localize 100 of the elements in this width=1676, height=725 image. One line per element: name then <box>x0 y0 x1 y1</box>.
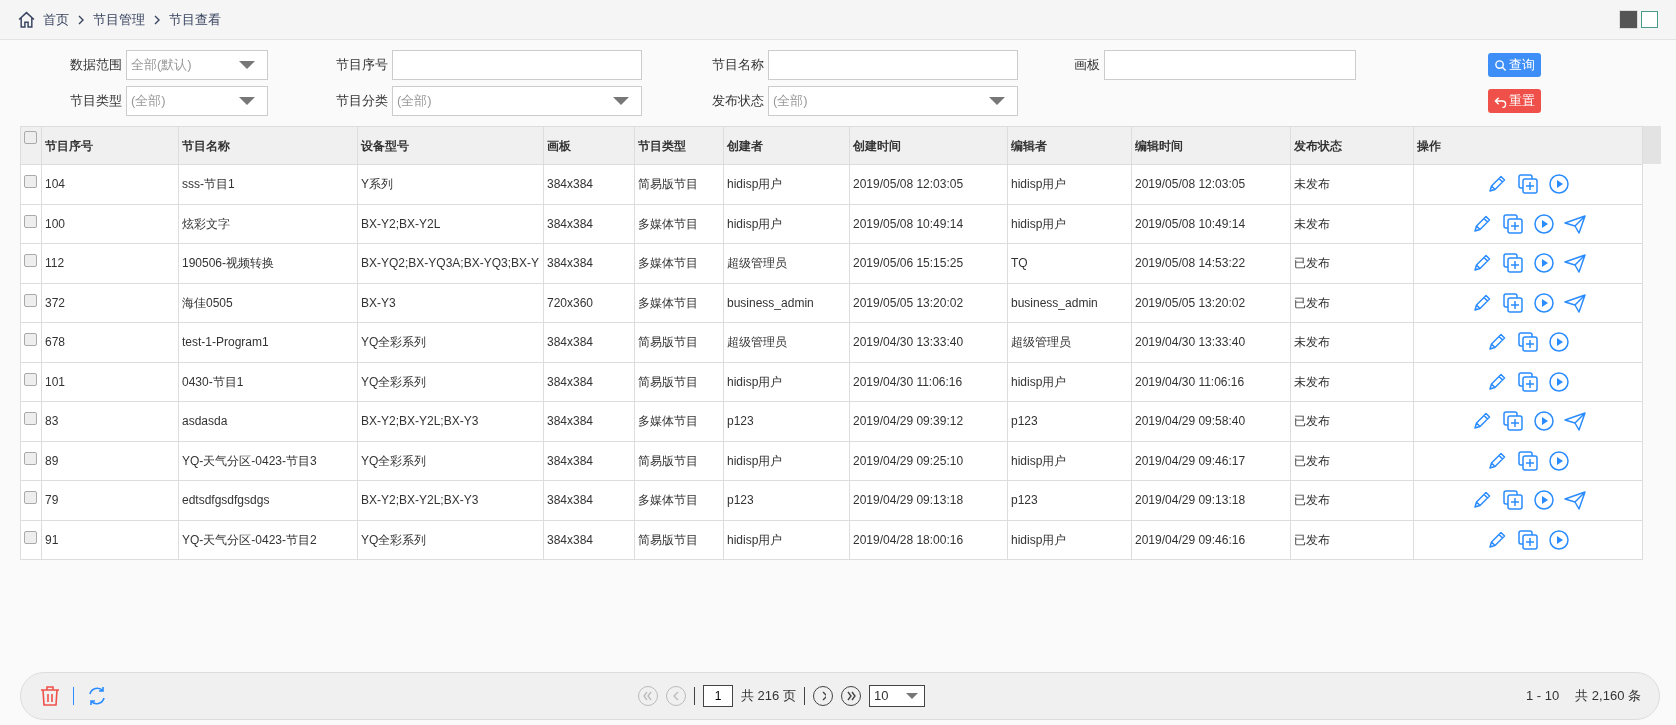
table-cell: 简易版节目 <box>634 164 724 204</box>
table-cell: 2019/04/29 09:25:10 <box>849 441 1008 481</box>
table-cell: business_admin <box>1007 283 1132 323</box>
copy-plus-icon[interactable] <box>1517 331 1539 354</box>
table-cell: p123 <box>723 401 850 441</box>
table-cell: 多媒体节目 <box>634 204 724 244</box>
table-cell: edtsdfgsdfgsdgs <box>178 480 358 520</box>
copy-plus-icon[interactable] <box>1517 173 1539 196</box>
table-cell: 超级管理员 <box>1007 322 1132 362</box>
play-icon[interactable] <box>1548 528 1570 551</box>
table-cell: asdasda <box>178 401 358 441</box>
breadcrumb-link[interactable]: 首页 <box>43 9 69 30</box>
play-icon[interactable] <box>1532 212 1555 235</box>
page-size-dropdown[interactable]: 10 <box>868 685 925 707</box>
play-icon[interactable] <box>1532 489 1555 512</box>
row-checkbox[interactable] <box>24 214 37 228</box>
row-checkbox[interactable] <box>24 412 37 425</box>
copy-plus-icon[interactable] <box>1501 489 1524 512</box>
outlined-square-icon[interactable] <box>1641 11 1658 28</box>
column-header: 画板 <box>543 126 635 165</box>
table-cell: hidisp用户 <box>1007 204 1132 244</box>
play-icon[interactable] <box>1548 449 1570 472</box>
table-cell: YQ全彩系列 <box>357 322 544 362</box>
play-icon[interactable] <box>1548 173 1570 196</box>
input-field[interactable] <box>768 50 1018 80</box>
table-cell: 372 <box>41 283 179 323</box>
table-cell: 已发布 <box>1290 441 1414 481</box>
table-cell: 101 <box>41 362 179 402</box>
table-cell: 2019/04/30 13:33:40 <box>849 322 1008 362</box>
table-cell: BX-Y2;BX-Y2L;BX-Y3 <box>357 480 544 520</box>
breadcrumb-link[interactable]: 节目管理 <box>93 9 145 30</box>
table-cell: 炫彩文字 <box>178 204 358 244</box>
table-cell: 2019/04/29 09:46:17 <box>1131 441 1291 481</box>
copy-plus-icon[interactable] <box>1517 370 1539 393</box>
table-cell: hidisp用户 <box>1007 441 1132 481</box>
table-cell: 2019/05/05 13:20:02 <box>1131 283 1291 323</box>
row-checkbox[interactable] <box>24 254 37 267</box>
table-cell: 190506-视频转换 <box>178 243 358 283</box>
play-icon[interactable] <box>1532 252 1555 275</box>
range-text: 1 - 10 <box>1526 687 1560 706</box>
table-cell: BX-Y2;BX-Y2L <box>357 204 544 244</box>
row-checkbox[interactable] <box>24 451 37 465</box>
table-cell: 2019/05/05 13:20:02 <box>849 283 1008 323</box>
home-icon[interactable] <box>18 11 35 28</box>
column-header: 创建者 <box>723 126 850 165</box>
copy-plus-icon[interactable] <box>1501 410 1524 433</box>
row-checkbox[interactable] <box>24 175 37 188</box>
dropdown-field[interactable]: (全部) <box>126 86 268 116</box>
table-cell: 104 <box>41 164 179 204</box>
dropdown-field[interactable]: (全部) <box>392 86 642 116</box>
table-cell: 2019/05/08 12:03:05 <box>849 164 1008 204</box>
copy-plus-icon[interactable] <box>1517 528 1539 551</box>
table-cell: 2019/05/08 10:49:14 <box>849 204 1008 244</box>
row-checkbox[interactable] <box>24 491 37 504</box>
copy-plus-icon[interactable] <box>1501 291 1524 314</box>
paper-plane-icon[interactable] <box>1563 212 1586 235</box>
search-button[interactable]: 查询 <box>1488 53 1541 77</box>
table-cell: 83 <box>41 401 179 441</box>
select-all-checkbox[interactable] <box>24 131 37 144</box>
chevron-icon <box>673 691 679 701</box>
refresh-icon[interactable] <box>86 685 108 707</box>
column-header: 设备型号 <box>357 126 544 165</box>
column-header: 发布状态 <box>1290 126 1414 165</box>
breadcrumb-link[interactable]: 节目查看 <box>169 9 221 30</box>
trash-icon[interactable] <box>39 685 61 707</box>
play-icon[interactable] <box>1532 291 1555 314</box>
play-icon[interactable] <box>1548 331 1570 354</box>
table-cell: 2019/05/08 14:53:22 <box>1131 243 1291 283</box>
dropdown-field[interactable]: 全部(默认) <box>126 50 268 80</box>
chevron-icon <box>153 14 161 25</box>
row-checkbox[interactable] <box>24 372 37 386</box>
field-label: 数据范围 <box>69 56 123 75</box>
table-cell: hidisp用户 <box>723 441 850 481</box>
table-cell: 2019/05/08 12:03:05 <box>1131 164 1291 204</box>
reset-button[interactable]: 重置 <box>1488 89 1541 113</box>
table-cell: 678 <box>41 322 179 362</box>
copy-plus-icon[interactable] <box>1517 449 1539 472</box>
table-cell: 2019/04/29 09:39:12 <box>849 401 1008 441</box>
paper-plane-icon[interactable] <box>1563 252 1586 275</box>
play-icon[interactable] <box>1548 370 1570 393</box>
dropdown-field[interactable]: (全部) <box>768 86 1018 116</box>
table-cell: 超级管理员 <box>723 243 850 283</box>
table-cell: YQ全彩系列 <box>357 362 544 402</box>
input-field[interactable] <box>1104 50 1356 80</box>
row-checkbox[interactable] <box>24 293 37 307</box>
table-cell: TQ <box>1007 243 1132 283</box>
row-checkbox[interactable] <box>24 530 37 544</box>
paper-plane-icon[interactable] <box>1563 489 1586 512</box>
copy-plus-icon[interactable] <box>1501 212 1524 235</box>
input-field[interactable] <box>392 50 642 80</box>
paper-plane-icon[interactable] <box>1563 291 1586 314</box>
paper-plane-icon[interactable] <box>1563 410 1586 433</box>
play-icon[interactable] <box>1532 410 1555 433</box>
scrollbar-track[interactable] <box>1643 126 1661 164</box>
page-number-field[interactable]: 1 <box>703 685 733 707</box>
table-cell: 384x384 <box>543 441 635 481</box>
table-cell: 多媒体节目 <box>634 283 724 323</box>
table-cell: 未发布 <box>1290 362 1414 402</box>
row-checkbox[interactable] <box>24 333 37 346</box>
copy-plus-icon[interactable] <box>1501 252 1524 275</box>
